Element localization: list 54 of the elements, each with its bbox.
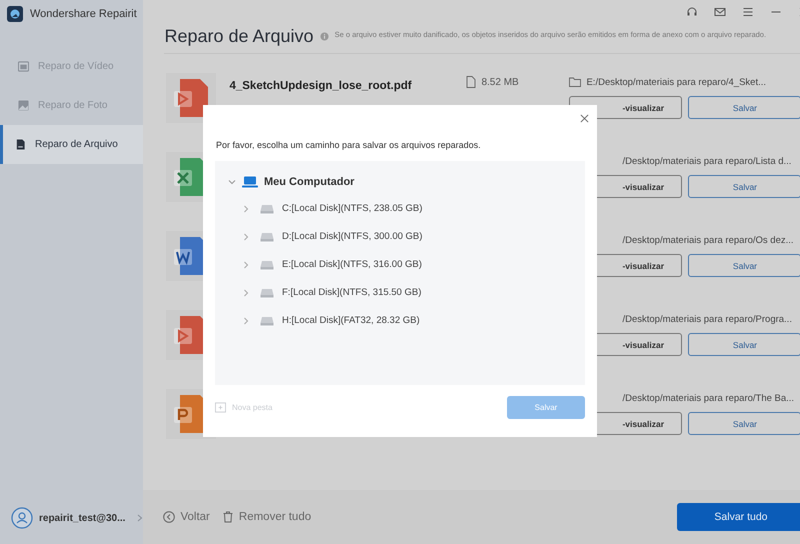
file-name: 4_SketchUpdesign_lose_root.pdf (229, 80, 412, 92)
chevron-right-icon[interactable] (137, 514, 144, 522)
app-logo-icon (7, 6, 23, 22)
app-title: Wondershare Repairit (30, 8, 137, 20)
user-name[interactable]: repairit_test@30... (39, 512, 126, 524)
drive-icon (260, 288, 274, 298)
user-avatar-icon (11, 507, 33, 529)
dialog-message: Por favor, escolha um caminho para salvar os arquivos reparados. (216, 140, 482, 150)
chevron-down-icon[interactable] (228, 178, 236, 186)
tree-item[interactable]: C:[Local Disk](NTFS, 238.05 GB) (282, 203, 422, 214)
tree-item[interactable]: H:[Local Disk](FAT32, 28.32 GB) (282, 315, 420, 326)
save-button[interactable]: Salvar (688, 333, 800, 356)
drive-icon (260, 232, 274, 242)
save-button[interactable]: Salvar (688, 96, 800, 119)
headset-icon[interactable] (686, 6, 698, 18)
drive-icon (260, 260, 274, 270)
sidebar-item[interactable]: Reparo de Arquivo (0, 125, 144, 164)
save-all-button[interactable]: Salvar tudo (677, 503, 800, 531)
new-folder-icon (215, 402, 226, 413)
file-icon (466, 76, 476, 88)
video-icon (18, 61, 29, 72)
menu-icon[interactable] (742, 6, 754, 18)
drive-icon (260, 316, 274, 326)
mail-icon[interactable] (714, 6, 726, 18)
file-path: /Desktop/materiais para reparo/The Ba... (622, 392, 794, 404)
save-button[interactable]: Salvar (688, 254, 800, 277)
chevron-right-icon[interactable] (242, 232, 250, 240)
tree-item[interactable]: F:[Local Disk](NTFS, 315.50 GB) (282, 287, 422, 298)
file-path: E:/Desktop/materiais para reparo/4_Sket... (586, 76, 766, 88)
info-icon (320, 32, 329, 41)
tree-item[interactable]: E:[Local Disk](NTFS, 316.00 GB) (282, 259, 422, 270)
image-icon (18, 100, 29, 111)
tree-item[interactable]: Meu Computador (264, 176, 354, 188)
folder-icon (569, 77, 582, 87)
save-button[interactable]: Salvar (688, 412, 800, 435)
tree-item[interactable]: D:[Local Disk](NTFS, 300.00 GB) (282, 231, 422, 242)
chevron-right-icon[interactable] (242, 316, 250, 324)
document-icon (15, 139, 26, 150)
chevron-right-icon[interactable] (242, 288, 250, 296)
remove-all-button[interactable]: Remover tudo (222, 511, 312, 523)
chevron-right-icon[interactable] (242, 260, 250, 268)
file-path: /Desktop/materiais para reparo/Lista d... (622, 156, 792, 166)
save-button[interactable]: Salvar (688, 175, 800, 198)
close-icon[interactable] (580, 114, 589, 123)
file-size: 8.52 MB (481, 76, 519, 88)
file-path: /Desktop/materiais para reparo/Os dez... (622, 234, 794, 246)
page-title: Reparo de Arquivo (164, 26, 314, 47)
chevron-right-icon[interactable] (242, 204, 250, 212)
drive-icon (260, 204, 274, 214)
laptop-icon (242, 176, 258, 188)
file-path: /Desktop/materiais para reparo/Progra... (622, 314, 792, 324)
back-icon (163, 511, 176, 523)
trash-icon (222, 511, 234, 523)
back-button[interactable]: Voltar (163, 511, 210, 523)
